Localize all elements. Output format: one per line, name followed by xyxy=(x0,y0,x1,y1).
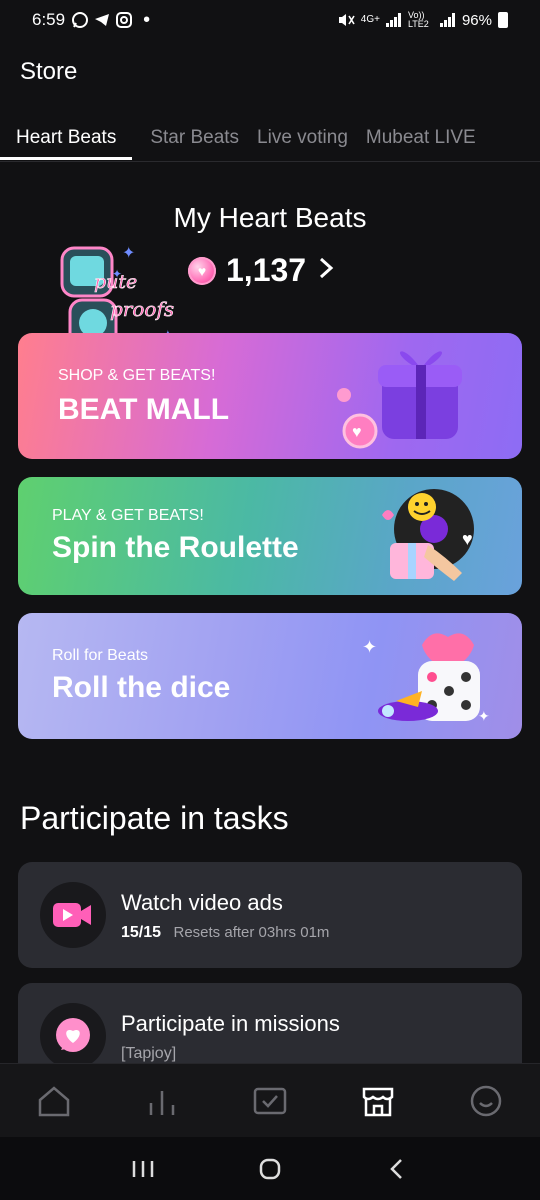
task-provider: [Tapjoy] xyxy=(121,1045,177,1062)
tab-mubeat-live[interactable]: Mubeat LIVE xyxy=(366,118,476,160)
task-title: Participate in missions xyxy=(121,1011,340,1036)
nav-checklist[interactable] xyxy=(240,1071,300,1131)
checklist-icon xyxy=(253,1087,287,1114)
tab-live-voting[interactable]: Live voting xyxy=(257,118,348,160)
signal-icon xyxy=(385,13,401,27)
video-camera-icon xyxy=(53,903,91,927)
roulette-icon: ♥ xyxy=(382,489,474,581)
whatsapp-icon xyxy=(72,12,89,28)
beats-balance-value: 1,137 xyxy=(226,252,307,288)
battery-icon xyxy=(498,12,508,28)
home-icon xyxy=(38,1085,70,1116)
gift-box-icon: ♥ xyxy=(337,351,462,449)
signal-icon-2 xyxy=(439,13,455,27)
home-circle-icon xyxy=(259,1158,281,1179)
back-icon xyxy=(389,1158,402,1179)
bottom-navigation xyxy=(0,1063,540,1137)
svg-text:♥: ♥ xyxy=(462,529,473,549)
instagram-icon xyxy=(116,12,133,28)
status-time: 6:59 xyxy=(32,10,66,29)
nav-home[interactable] xyxy=(24,1071,84,1131)
chevron-right-icon xyxy=(318,255,334,287)
svg-text:✦: ✦ xyxy=(112,267,122,281)
chart-icon xyxy=(149,1090,175,1115)
task-meta: 15/15 Resets after 03hrs 01m xyxy=(121,924,329,942)
dice-banner[interactable]: Roll for Beats Roll the dice ✦ ✦ xyxy=(18,613,522,739)
my-heart-beats-title: My Heart Beats xyxy=(173,202,367,233)
task-meta: [Tapjoy] xyxy=(121,1045,176,1063)
system-icons: 4G+ Vo)) LTE2 96% xyxy=(337,11,508,29)
tab-star-beats[interactable]: Star Beats xyxy=(150,118,239,160)
nav-profile[interactable] xyxy=(456,1071,516,1131)
dice-icon: ✦ ✦ xyxy=(362,633,490,724)
recent-apps-icon xyxy=(133,1160,154,1177)
svg-text:♥: ♥ xyxy=(352,424,362,441)
back-button[interactable] xyxy=(377,1149,417,1189)
tasks-section-title: Participate in tasks xyxy=(20,800,289,836)
heart-chat-icon xyxy=(56,1018,90,1052)
svg-text:✦: ✦ xyxy=(362,637,377,657)
task-icon-wrap xyxy=(40,882,106,948)
banner-title: Roll the dice xyxy=(52,671,231,704)
roulette-banner[interactable]: PLAY & GET BEATS! Spin the Roulette ♥ xyxy=(18,477,522,595)
task-icon-wrap xyxy=(40,1003,106,1069)
banner-subtitle: PLAY & GET BEATS! xyxy=(52,507,204,524)
battery-percent: 96% xyxy=(461,11,492,29)
nav-chart[interactable] xyxy=(132,1071,192,1131)
svg-text:✦: ✦ xyxy=(478,708,490,724)
telegram-icon xyxy=(95,14,110,26)
svg-text:proofs: proofs xyxy=(110,297,174,321)
tab-heart-beats[interactable]: Heart Beats xyxy=(0,118,133,160)
task-count: 15/15 xyxy=(121,924,162,941)
network-type-label: 4G+ xyxy=(360,14,380,25)
mute-icon xyxy=(338,14,355,26)
recent-apps-button[interactable] xyxy=(123,1149,163,1189)
more-notifications-dot: • xyxy=(143,8,151,31)
task-title: Watch video ads xyxy=(121,890,283,915)
store-tabs: Heart Beats Star Beats Live voting Mubea… xyxy=(0,118,540,162)
system-navigation xyxy=(0,1137,540,1200)
volte-label: Vo)) LTE2 xyxy=(407,10,429,29)
store-icon xyxy=(362,1087,394,1116)
banner-title: Spin the Roulette xyxy=(52,531,299,564)
notification-icons: • xyxy=(71,9,150,32)
task-watch-video-ads[interactable]: Watch video ads 15/15 Resets after 03hrs… xyxy=(18,862,522,968)
banner-subtitle: SHOP & GET BEATS! xyxy=(58,367,216,384)
profile-icon xyxy=(470,1085,502,1116)
home-button[interactable] xyxy=(250,1149,290,1189)
nav-store[interactable] xyxy=(348,1071,408,1131)
page-title: Store xyxy=(20,58,78,85)
status-bar: 6:59 • 4G+ Vo)) LTE2 96% xyxy=(0,0,540,40)
svg-text:✦: ✦ xyxy=(122,245,135,262)
banner-subtitle: Roll for Beats xyxy=(52,647,149,664)
heart-coin-icon xyxy=(188,256,216,285)
banner-title: BEAT MALL xyxy=(58,393,230,426)
beat-mall-banner[interactable]: SHOP & GET BEATS! BEAT MALL ♥ xyxy=(18,333,522,459)
beats-balance[interactable]: 1,137 xyxy=(188,252,334,289)
task-reset-timer: Resets after 03hrs 01m xyxy=(173,924,330,941)
